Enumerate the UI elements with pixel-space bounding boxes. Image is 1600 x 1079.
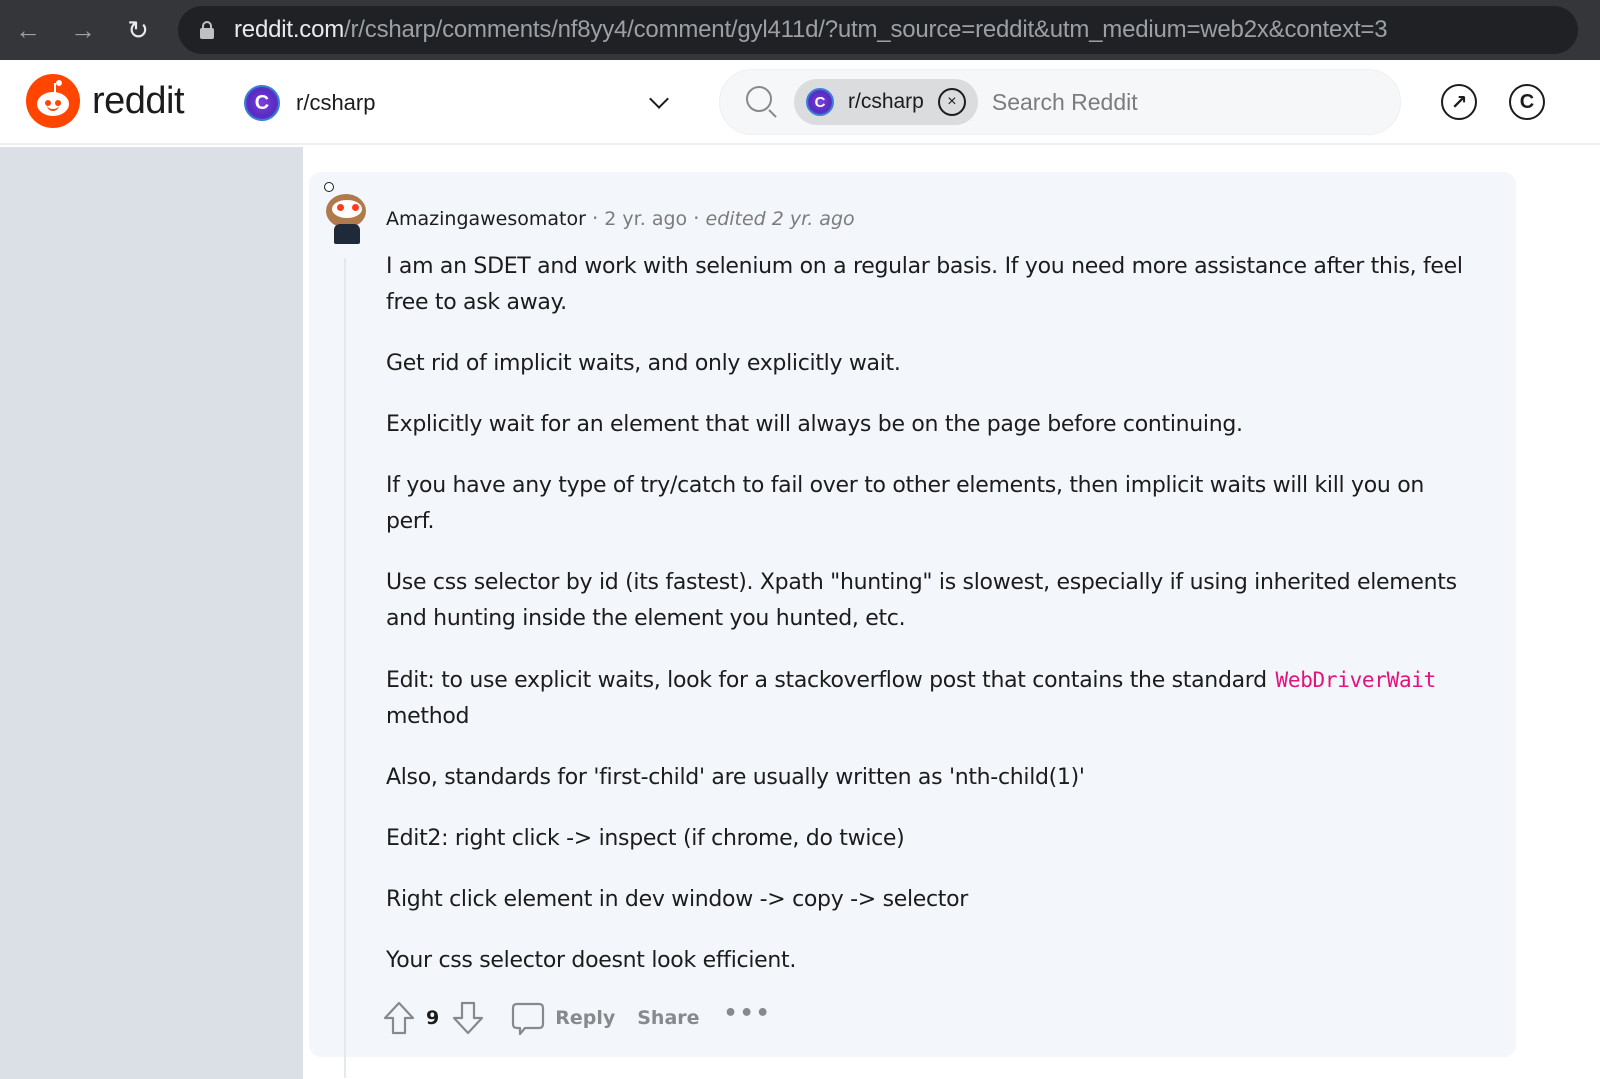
edited-timestamp: edited 2 yr. ago <box>705 208 855 230</box>
vote-score: 9 <box>426 1007 440 1029</box>
back-button[interactable]: ← <box>10 12 46 48</box>
comment-paragraph: Right click element in dev window -> cop… <box>386 887 969 912</box>
reddit-wordmark: reddit <box>92 79 185 122</box>
comment-timestamp[interactable]: 2 yr. ago <box>604 208 687 230</box>
comment-paragraph: Use css selector by id (its fastest). Xp… <box>386 570 1457 631</box>
url-path: /r/csharp/comments/nf8yy4/comment/gyl411… <box>344 16 1388 43</box>
csharp-community-icon: C <box>244 85 280 121</box>
thread-line[interactable] <box>344 258 346 1078</box>
comment-paragraph: Get rid of implicit waits, and only expl… <box>386 351 901 376</box>
left-gutter <box>0 147 303 1079</box>
lock-icon <box>200 21 214 39</box>
coins-button[interactable]: C <box>1509 84 1545 120</box>
search-bar[interactable]: C r/csharp × <box>719 69 1401 135</box>
reload-icon: ↻ <box>127 14 149 45</box>
comment-body: I am an SDET and work with selenium on a… <box>386 249 1476 1004</box>
separator: · <box>693 206 700 230</box>
chevron-down-icon <box>649 89 669 109</box>
search-icon[interactable] <box>746 86 778 118</box>
comment-paragraph: Edit2: right click -> inspect (if chrome… <box>386 826 905 851</box>
url-text[interactable]: reddit.com/r/csharp/comments/nf8yy4/comm… <box>234 16 1388 44</box>
csharp-community-icon: C <box>806 88 834 116</box>
comment-meta: Amazingawesomator · 2 yr. ago · edited 2 yr.… <box>386 206 855 230</box>
inline-code: WebDriverWait <box>1275 668 1437 692</box>
search-scope-label: r/csharp <box>848 90 924 113</box>
search-input[interactable] <box>991 88 1292 116</box>
browser-toolbar: ← → ↻ reddit.com/r/csharp/comments/nf8yy… <box>0 0 1600 60</box>
more-options-icon[interactable]: ••• <box>724 1001 772 1026</box>
comment-paragraph: I am an SDET and work with selenium on a… <box>386 254 1463 315</box>
open-in-app-button[interactable]: ↗ <box>1441 84 1477 120</box>
search-scope-chip[interactable]: C r/csharp × <box>794 79 978 125</box>
reddit-logo[interactable]: reddit <box>26 74 185 128</box>
forward-arrow-icon: → <box>70 14 96 45</box>
comment-paragraph: If you have any type of try/catch to fai… <box>386 473 1425 534</box>
snoo-icon <box>26 74 80 128</box>
reload-button[interactable]: ↻ <box>120 12 156 48</box>
arrow-up-right-icon: ↗ <box>1450 91 1468 114</box>
comment-actions: 9 Reply Share ••• <box>382 998 772 1038</box>
coins-icon: C <box>1519 90 1535 113</box>
back-arrow-icon: ← <box>15 14 41 45</box>
share-button[interactable]: Share <box>637 1007 699 1029</box>
reply-label: Reply <box>555 1007 616 1029</box>
comment-author[interactable]: Amazingawesomator <box>386 208 586 230</box>
comment-bubble-icon <box>512 1002 545 1036</box>
separator: · <box>591 206 599 230</box>
upvote-icon[interactable] <box>382 1000 416 1036</box>
url-host: reddit.com <box>234 16 345 43</box>
comment-paragraph: Also, standards for 'first-child' are us… <box>386 765 1085 790</box>
comment-paragraph: Explicitly wait for an element that will… <box>386 412 1243 437</box>
avatar[interactable] <box>322 182 370 244</box>
comment-paragraph: Your css selector doesnt look efficient. <box>386 948 797 973</box>
forward-button[interactable]: → <box>65 12 101 48</box>
downvote-icon[interactable] <box>451 1000 485 1036</box>
comment-paragraph-edit: Edit: to use explicit waits, look for a … <box>386 668 1437 729</box>
close-icon[interactable]: × <box>937 88 966 116</box>
community-dropdown[interactable]: C r/csharp <box>244 82 676 124</box>
community-name: r/csharp <box>296 90 376 115</box>
address-bar[interactable]: reddit.com/r/csharp/comments/nf8yy4/comm… <box>178 6 1578 54</box>
reply-button[interactable]: Reply <box>511 1000 615 1036</box>
reddit-header: reddit C r/csharp C r/csharp × ↗ C <box>0 60 1600 145</box>
